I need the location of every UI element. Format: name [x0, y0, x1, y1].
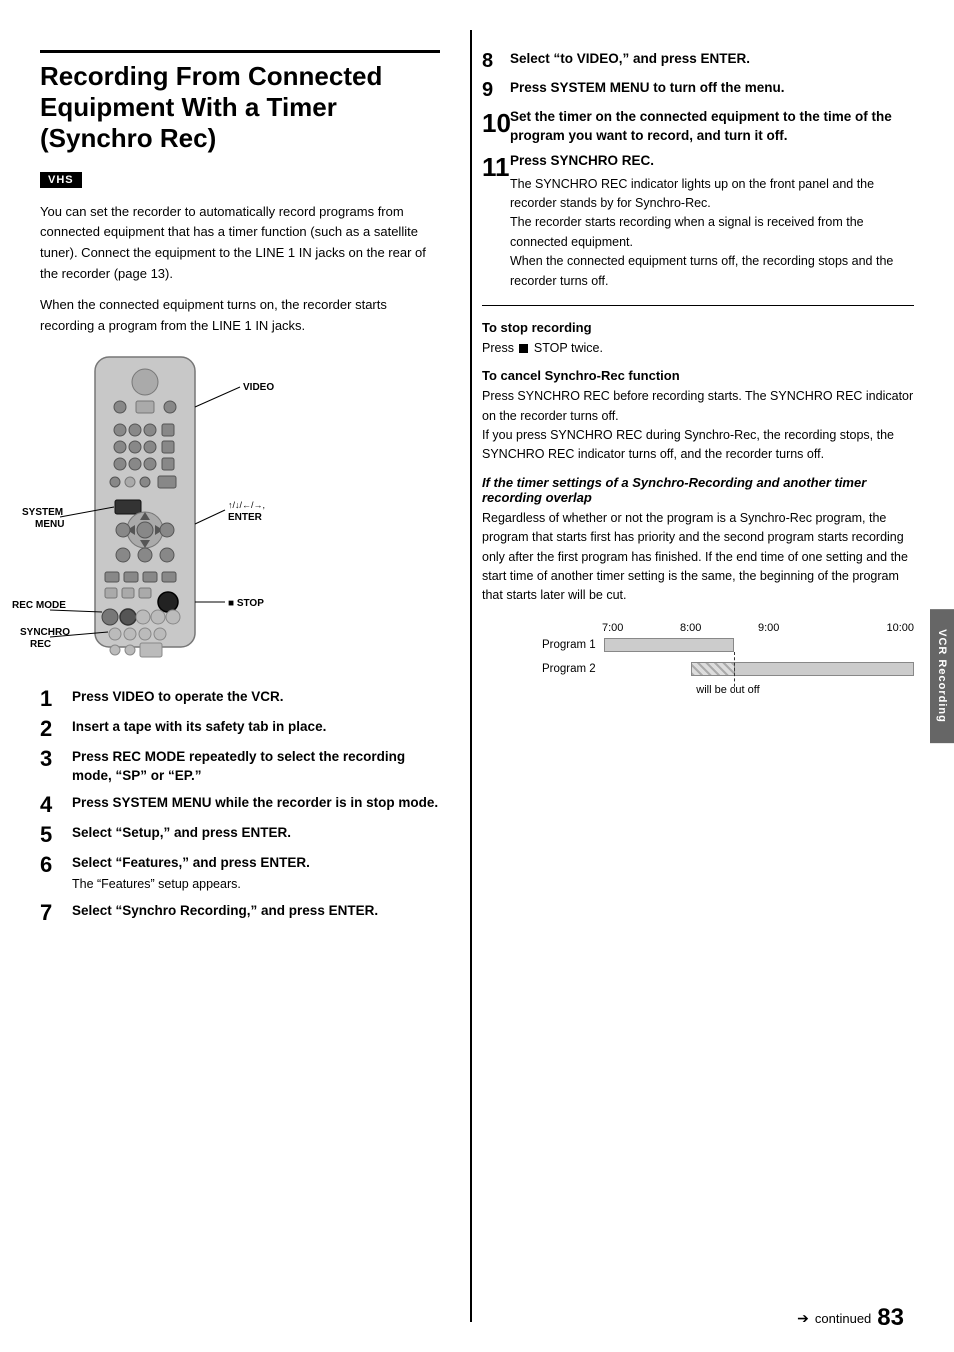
timeline-time-3: 9:00 [758, 622, 836, 634]
subsection-cancel-title: To cancel Synchro-Rec function [482, 368, 914, 383]
step-7-text: Select “Synchro Recording,” and press EN… [72, 901, 378, 918]
will-be-cut-label: will be cut off [542, 684, 914, 696]
timeline-chart: 7:00 8:00 9:00 10:00 Program 1 Program 2 [482, 622, 914, 696]
step-9-text: Press SYSTEM MENU to turn off the menu. [510, 78, 785, 95]
stop-icon [519, 344, 528, 353]
remote-diagram: VIDEO SYSTEM MENU ↑/↓/←/→, ENTER ■ STOP … [40, 352, 440, 672]
svg-text:↑/↓/←/→,: ↑/↓/←/→, [228, 500, 265, 510]
step-10-text: Set the timer on the connected equipment… [510, 107, 892, 143]
step-6: 6 Select “Features,” and press ENTER. Th… [40, 854, 440, 894]
timeline-time-1: 7:00 [602, 622, 680, 634]
page-title: Recording From Connected Equipment With … [40, 50, 440, 155]
step-3: 3 Press REC MODE repeatedly to select th… [40, 748, 440, 786]
step-4-text: Press SYSTEM MENU while the recorder is … [72, 793, 438, 810]
right-column: 8 Select “to VIDEO,” and press ENTER. 9 … [470, 30, 954, 1322]
step-9: 9 Press SYSTEM MENU to turn off the menu… [482, 79, 914, 102]
svg-text:■ STOP: ■ STOP [228, 598, 264, 609]
step-1-num: 1 [40, 688, 68, 710]
subsection-overlap-body: Regardless of whether or not the program… [482, 509, 914, 606]
steps-left: 1 Press VIDEO to operate the VCR. 2 Inse… [40, 688, 440, 923]
svg-text:ENTER: ENTER [228, 512, 263, 523]
vhs-badge: VHS [40, 172, 82, 188]
cut-line [734, 652, 735, 692]
subsection-stop-body: Press STOP twice. [482, 339, 914, 358]
svg-text:REC MODE: REC MODE [12, 600, 66, 611]
svg-text:SYSTEM: SYSTEM [22, 507, 63, 518]
step-7: 7 Select “Synchro Recording,” and press … [40, 902, 440, 924]
arrow-icon: ➔ [797, 1310, 809, 1327]
program2-label: Program 2 [542, 663, 604, 675]
subsection-cancel-body: Press SYNCHRO REC before recording start… [482, 387, 914, 465]
step-3-num: 3 [40, 748, 68, 770]
divider-1 [482, 305, 914, 306]
step-11-text: Press SYNCHRO REC. [510, 151, 654, 168]
step-4: 4 Press SYSTEM MENU while the recorder i… [40, 794, 440, 816]
program1-label: Program 1 [542, 639, 604, 651]
step-1: 1 Press VIDEO to operate the VCR. [40, 688, 440, 710]
timeline-row-2: Program 2 [542, 660, 914, 678]
timeline-time-4: 10:00 [836, 622, 914, 634]
step-8-text: Select “to VIDEO,” and press ENTER. [510, 49, 750, 66]
step-2-num: 2 [40, 718, 68, 740]
step-8-num: 8 [482, 50, 510, 73]
step-7-num: 7 [40, 902, 68, 924]
step-3-text: Press REC MODE repeatedly to select the … [72, 747, 405, 783]
step-6-sub: The “Features” setup appears. [72, 875, 310, 894]
page-number: 83 [877, 1304, 904, 1332]
intro-para-2: When the connected equipment turns on, t… [40, 295, 440, 337]
timeline-row-1: Program 1 [542, 636, 914, 654]
step-6-num: 6 [40, 854, 68, 876]
step-2: 2 Insert a tape with its safety tab in p… [40, 718, 440, 740]
step-10: 10 Set the timer on the connected equipm… [482, 108, 914, 146]
footer: ➔ continued 83 [797, 1304, 904, 1332]
step-1-text: Press VIDEO to operate the VCR. [72, 687, 284, 704]
step-11: 11 Press SYNCHRO REC. The SYNCHRO REC in… [482, 152, 914, 291]
program1-bar [604, 638, 734, 652]
step-8: 8 Select “to VIDEO,” and press ENTER. [482, 50, 914, 73]
program2-bar-area [604, 660, 914, 678]
step-11-body: The SYNCHRO REC indicator lights up on t… [510, 175, 914, 291]
step-11-num: 11 [482, 152, 510, 183]
step-9-num: 9 [482, 79, 510, 102]
intro-para-1: You can set the recorder to automaticall… [40, 202, 440, 285]
steps-right: 8 Select “to VIDEO,” and press ENTER. 9 … [482, 50, 914, 291]
remote-svg: VIDEO SYSTEM MENU ↑/↓/←/→, ENTER ■ STOP … [40, 352, 270, 672]
svg-text:SYNCHRO: SYNCHRO [20, 627, 70, 638]
page: Recording From Connected Equipment With … [0, 0, 954, 1352]
svg-text:VIDEO: VIDEO [243, 382, 274, 393]
step-5-num: 5 [40, 824, 68, 846]
program2-bar-normal [734, 662, 914, 676]
svg-text:REC: REC [30, 639, 51, 650]
subsection-overlap-title: If the timer settings of a Synchro-Recor… [482, 475, 914, 505]
program2-bar-cut [691, 662, 734, 676]
step-4-num: 4 [40, 794, 68, 816]
side-tab: VCR Recording [930, 609, 954, 743]
step-5-text: Select “Setup,” and press ENTER. [72, 823, 291, 840]
svg-text:MENU: MENU [35, 519, 64, 530]
step-10-num: 10 [482, 108, 510, 139]
continued-text: continued [815, 1311, 871, 1326]
left-column: Recording From Connected Equipment With … [0, 30, 460, 1322]
step-5: 5 Select “Setup,” and press ENTER. [40, 824, 440, 846]
step-6-text: Select “Features,” and press ENTER. [72, 853, 310, 870]
step-2-text: Insert a tape with its safety tab in pla… [72, 717, 326, 734]
program1-bar-area [604, 636, 914, 654]
timeline-time-2: 8:00 [680, 622, 758, 634]
subsection-stop-title: To stop recording [482, 320, 914, 335]
